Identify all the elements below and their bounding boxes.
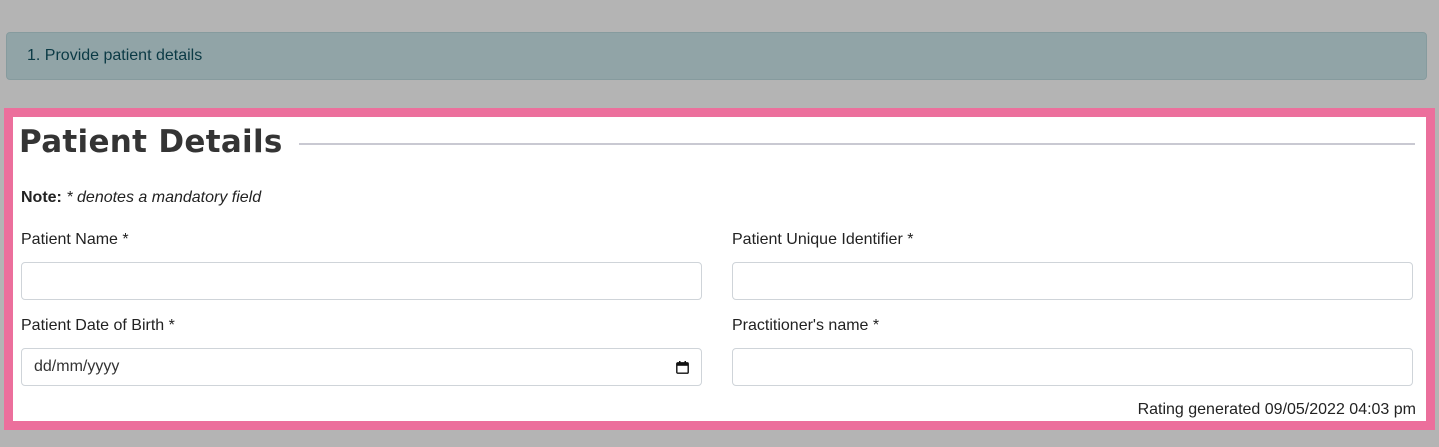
- patient-dob-label: Patient Date of Birth *: [21, 317, 175, 334]
- note-text: * denotes a mandatory field: [66, 189, 262, 206]
- step-banner: 1. Provide patient details: [6, 32, 1427, 80]
- mandatory-note: Note: * denotes a mandatory field: [21, 189, 261, 207]
- patient-unique-identifier-input[interactable]: [732, 262, 1413, 300]
- patient-name-group: Patient Name *: [21, 230, 702, 300]
- patient-name-input[interactable]: [21, 262, 702, 300]
- rating-generated-timestamp: Rating generated 09/05/2022 04:03 pm: [1137, 401, 1416, 418]
- practitioner-name-group: Practitioner's name *: [732, 316, 1413, 386]
- patient-dob-input[interactable]: dd/mm/yyyy: [21, 348, 702, 386]
- patient-dob-placeholder: dd/mm/yyyy: [34, 358, 120, 375]
- practitioner-name-label: Practitioner's name *: [732, 317, 880, 334]
- patient-name-label: Patient Name *: [21, 231, 129, 248]
- practitioner-name-input[interactable]: [732, 348, 1413, 386]
- patient-details-panel: Patient Details Note: * denotes a mandat…: [4, 108, 1435, 430]
- note-label: Note:: [21, 189, 62, 206]
- step-banner-text: 1. Provide patient details: [27, 47, 203, 64]
- section-heading: Patient Details: [19, 124, 1415, 160]
- heading-divider: [298, 142, 1415, 145]
- patient-dob-group: Patient Date of Birth * dd/mm/yyyy: [21, 316, 702, 386]
- patient-unique-identifier-label: Patient Unique Identifier *: [732, 231, 914, 248]
- calendar-icon[interactable]: [676, 360, 689, 374]
- page-title: Patient Details: [19, 124, 283, 160]
- patient-unique-identifier-group: Patient Unique Identifier *: [732, 230, 1413, 300]
